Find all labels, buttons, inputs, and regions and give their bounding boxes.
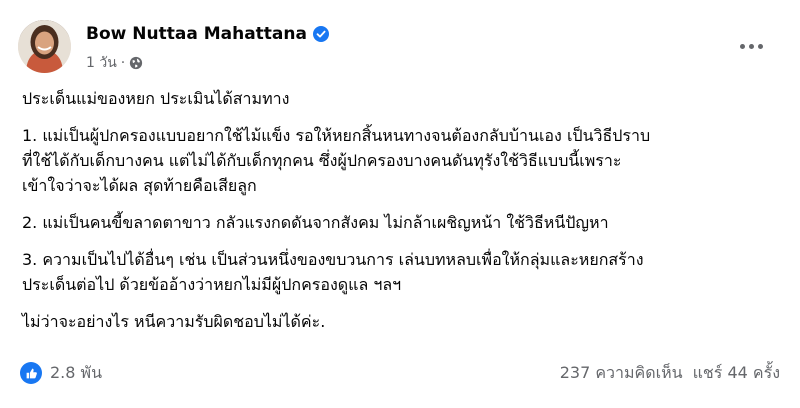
post-line: 1. แม่เป็นผู้ปกครองแบบอยากใช้ไม้แข็ง รอใ… [22, 126, 651, 145]
more-dot-icon [757, 43, 763, 49]
post-line: ไม่ว่าจะอย่างไร หนีความรับผิดชอบไม่ได้ค่… [22, 312, 326, 331]
post-paragraph: ประเด็นแม่ของหยก ประเมินได้สามทาง [22, 86, 782, 111]
post-paragraph: 2. แม่เป็นคนขี้ขลาดตาขาว กลัวแรงกดดันจาก… [22, 210, 782, 235]
post-line: ประเด็นต่อไป ด้วยข้ออ้างว่าหยกไม่มีผู้ปก… [22, 275, 402, 294]
post-line: เข้าใจว่าจะได้ผล สุดท้ายคือเสียลูก [22, 176, 257, 195]
reactions-count[interactable]: 2.8 พัน [50, 361, 102, 386]
more-options-button[interactable] [736, 36, 766, 56]
post-paragraph: 1. แม่เป็นผู้ปกครองแบบอยากใช้ไม้แข็ง รอใ… [22, 123, 782, 198]
globe-icon[interactable] [129, 56, 143, 70]
facebook-post: Bow Nuttaa Mahattana 1 วัน · ประเด็นแม่ข… [0, 0, 800, 408]
meta-separator: · [120, 55, 126, 71]
like-reaction-icon [20, 362, 42, 384]
engagement-counts: 237 ความคิดเห็น แชร์ 44 ครั้ง [560, 361, 780, 386]
more-dot-icon [748, 43, 754, 49]
shares-count[interactable]: แชร์ 44 ครั้ง [693, 361, 780, 386]
avatar-image [18, 20, 71, 73]
post-line: 2. แม่เป็นคนขี้ขลาดตาขาว กลัวแรงกดดันจาก… [22, 213, 609, 232]
post-meta: 1 วัน · [86, 52, 143, 74]
post-footer: 2.8 พัน 237 ความคิดเห็น แชร์ 44 ครั้ง [20, 360, 780, 386]
post-paragraph: 3. ความเป็นไปได้อื่นๆ เช่น เป็นส่วนหนึ่ง… [22, 247, 782, 297]
post-paragraph: ไม่ว่าจะอย่างไร หนีความรับผิดชอบไม่ได้ค่… [22, 309, 782, 334]
verified-badge-icon [312, 26, 329, 42]
post-author: Bow Nuttaa Mahattana [86, 24, 329, 44]
post-body: ประเด็นแม่ของหยก ประเมินได้สามทาง 1. แม่… [22, 86, 782, 346]
author-name[interactable]: Bow Nuttaa Mahattana [86, 24, 307, 44]
post-line: ที่ใช้ได้กับเด็กบางคน แต่ไม่ได้กับเด็กทุ… [22, 151, 622, 170]
post-line: 3. ความเป็นไปได้อื่นๆ เช่น เป็นส่วนหนึ่ง… [22, 250, 644, 269]
post-line: ประเด็นแม่ของหยก ประเมินได้สามทาง [22, 89, 290, 108]
author-avatar[interactable] [18, 20, 71, 73]
more-dot-icon [739, 43, 745, 49]
comments-count[interactable]: 237 ความคิดเห็น [560, 361, 683, 386]
post-time[interactable]: 1 วัน [86, 52, 117, 74]
reactions-summary[interactable]: 2.8 พัน [20, 361, 102, 386]
